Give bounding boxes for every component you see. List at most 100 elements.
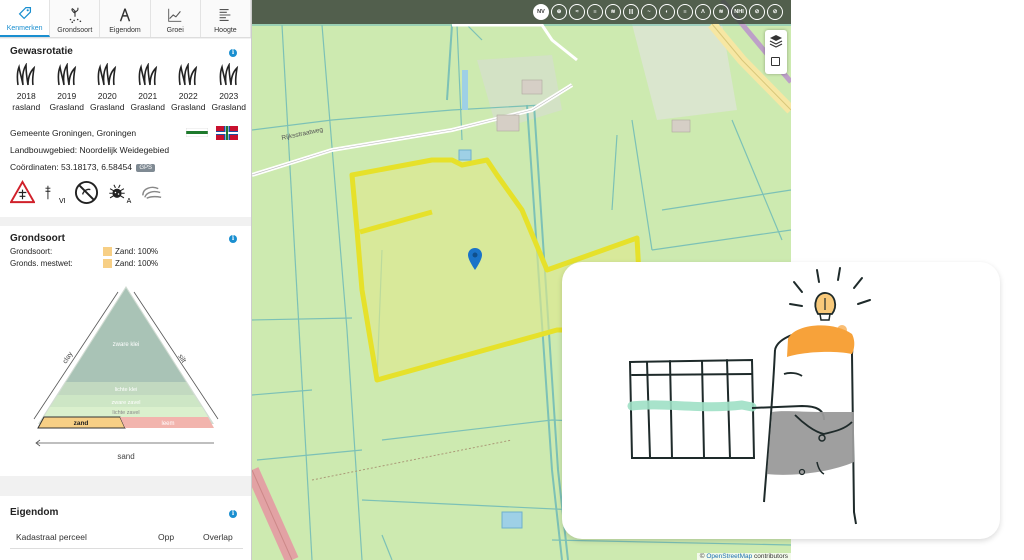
crop-name: Grasland — [130, 101, 166, 112]
hazard-item: A — [107, 180, 132, 205]
map-layer-toggle-button[interactable]: ≋ — [713, 4, 729, 20]
hazard-label: A — [126, 198, 132, 205]
map-attribution: © OpenStreetMap contributors — [696, 553, 791, 560]
sidebar: Kenmerken Grondsoort Eigendom Groei Hoog… — [0, 0, 252, 560]
layer-toolbar: NV ⊕ ≈ ≡ ≋ ||| ~ ◐ ≡ Λ ≋ NHI ⊘ ⊘ — [252, 0, 791, 24]
grass-icon — [16, 63, 36, 86]
crop-year: 2018 — [16, 91, 36, 101]
map-layer-control — [765, 30, 787, 74]
column-header-perceel: Kadastraal perceel — [16, 532, 87, 542]
gps-button[interactable]: GPS — [136, 164, 155, 172]
tab-eigendom[interactable]: Eigendom — [100, 0, 151, 37]
column-header-opp: Opp — [158, 532, 175, 542]
table-divider — [10, 548, 243, 549]
axis-label-clay: clay — [62, 350, 75, 365]
no-spray-icon[interactable] — [74, 180, 99, 205]
map-layer-toggle-button[interactable]: Λ — [695, 4, 711, 20]
label-lichte-klei: lichte klei — [115, 387, 138, 393]
height-lines-icon — [220, 9, 231, 21]
info-icon[interactable]: i — [229, 510, 237, 518]
grondsoort-title: Grondsoort — [10, 233, 65, 244]
crop-year: 2023 — [219, 91, 239, 101]
tab-label: Hoogte — [214, 27, 237, 34]
map-layer-toggle-button[interactable]: ⊘ — [749, 4, 765, 20]
tab-label: Groei — [166, 27, 184, 34]
map-layer-toggle-button[interactable]: ~ — [641, 4, 657, 20]
swirl-icon[interactable] — [139, 180, 164, 205]
soil-row-label: Gronds. mestwet: — [10, 259, 73, 268]
layers-icon[interactable] — [769, 34, 783, 48]
tag-icon — [18, 6, 31, 20]
tab-label: Eigendom — [109, 27, 141, 34]
landbouwgebied-text: Landbouwgebied: Noordelijk Weidegebied — [10, 145, 170, 155]
hazard-label: VI — [59, 198, 66, 205]
map-layer-toggle-button[interactable]: ◐ — [659, 4, 675, 20]
column-header-overlap: Overlap — [203, 532, 233, 542]
info-icon[interactable]: i — [229, 235, 237, 243]
gemeente-flag-icon — [186, 128, 208, 137]
idea-illustration-card — [562, 262, 1000, 539]
tab-groei[interactable]: Groei — [151, 0, 201, 37]
tab-label: Grondsoort — [57, 27, 93, 34]
gewasrotatie-card: Gewasrotatie i 2018 rasland 2019 Graslan… — [0, 39, 251, 217]
map-layer-toggle-button[interactable]: ||| — [623, 4, 639, 20]
attribution-suffix: contributors — [752, 553, 788, 560]
eigendom-card: Eigendom i Kadastraal perceel Opp Overla… — [0, 496, 251, 560]
soil-row-label: Grondsoort: — [10, 247, 53, 256]
tab-hoogte[interactable]: Hoogte — [201, 0, 251, 37]
map-layer-toggle-button[interactable]: ≡ — [587, 4, 603, 20]
seedling-icon — [69, 7, 82, 24]
crop-name: Grasland — [211, 101, 247, 112]
sand-swatch — [103, 259, 112, 268]
bug-icon[interactable] — [107, 180, 127, 205]
label-zware-zavel: zware zavel — [111, 400, 140, 406]
map-layer-toggle-button[interactable]: ⊘ — [767, 4, 783, 20]
crop-item: 2020 Grasland — [87, 63, 128, 112]
eigendom-title: Eigendom — [10, 507, 59, 518]
map-layer-toggle-button[interactable]: NHI — [731, 4, 747, 20]
label-zand: zand — [74, 420, 89, 427]
crop-item: 2022 Grasland — [168, 63, 209, 112]
location-pin-icon[interactable] — [468, 248, 482, 270]
zone-zware-klei — [66, 288, 186, 382]
map-layer-toggle-button[interactable]: NV — [533, 4, 549, 20]
crop-name: Grasland — [171, 101, 206, 112]
warning-triangle-icon[interactable] — [10, 180, 35, 205]
grondsoort-card: Grondsoort i Grondsoort: Zand: 100% Gron… — [0, 226, 251, 476]
info-icon[interactable]: i — [229, 49, 237, 57]
soil-row-value: Zand: 100% — [115, 259, 159, 268]
power-pole-icon[interactable] — [43, 180, 59, 205]
map-layer-toggle-button[interactable]: ≈ — [569, 4, 585, 20]
province-flag-icon — [216, 126, 238, 140]
soil-row-value: Zand: 100% — [115, 247, 159, 256]
crop-item: 2021 Grasland — [128, 63, 169, 112]
attribution-link[interactable]: OpenStreetMap — [706, 553, 752, 560]
layer-checkbox[interactable] — [771, 57, 780, 66]
app-window: Kenmerken Grondsoort Eigendom Groei Hoog… — [0, 0, 1024, 560]
map-layer-toggle-button[interactable]: ≋ — [605, 4, 621, 20]
hazard-item: VI — [43, 180, 66, 205]
crop-year: 2020 — [97, 91, 117, 101]
tab-kenmerken[interactable]: Kenmerken — [0, 0, 51, 37]
soil-texture-triangle: zware klei lichte klei zware zavel licht… — [33, 286, 219, 461]
crop-year: 2019 — [57, 91, 77, 101]
grass-icon — [57, 63, 76, 86]
grass-icon — [97, 63, 117, 86]
coordinates-row: Coördinaten: 53.18173, 6.58454 GPS — [10, 162, 155, 172]
sand-axis — [35, 439, 214, 447]
crop-year: 2022 — [178, 91, 198, 101]
map-layer-toggle-button[interactable]: ⊕ — [551, 4, 567, 20]
label-leem: leem — [161, 421, 174, 427]
tab-bar: Kenmerken Grondsoort Eigendom Groei Hoog… — [0, 0, 251, 38]
map-layer-toggle-button[interactable]: ≡ — [677, 4, 693, 20]
gewasrotatie-title: Gewasrotatie — [10, 46, 73, 57]
gemeente-text: Gemeente Groningen, Groningen — [10, 128, 137, 138]
tab-grondsoort[interactable]: Grondsoort — [50, 0, 101, 37]
idea-illustration — [627, 267, 871, 525]
grass-icon — [219, 63, 238, 86]
crop-item: 2023 Grasland — [209, 63, 250, 112]
crop-rotation-list: 2018 rasland 2019 Grasland 2020 Grasland… — [6, 63, 249, 112]
hazard-icons: VI A — [10, 180, 164, 205]
crop-name: rasland — [12, 101, 41, 112]
compass-icon — [119, 8, 131, 22]
